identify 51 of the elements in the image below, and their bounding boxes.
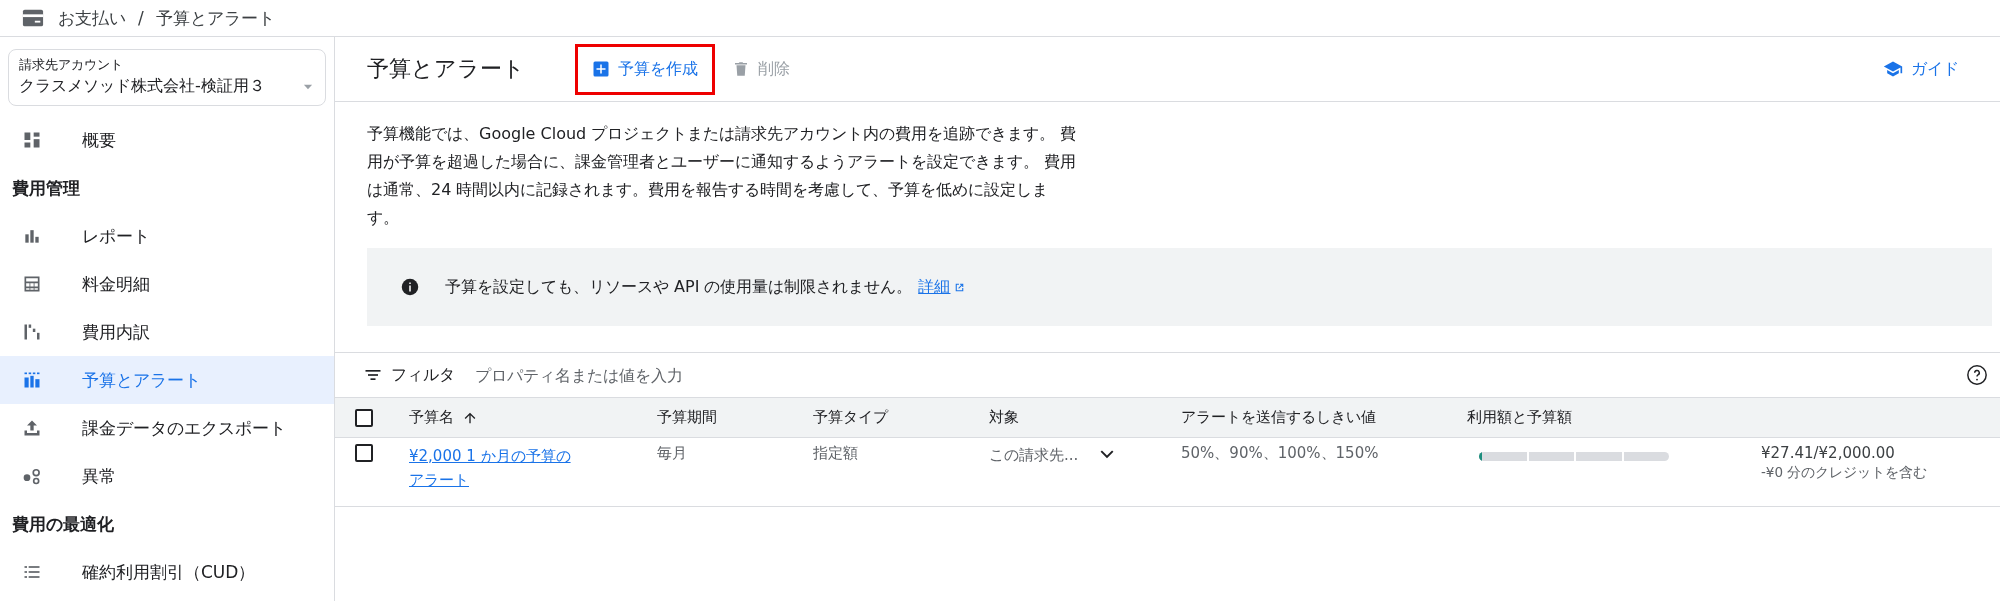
details-link[interactable]: 詳細 xyxy=(918,276,967,298)
dots-icon xyxy=(22,466,42,486)
info-icon xyxy=(401,278,419,296)
trash-icon xyxy=(732,59,750,79)
info-text: 予算を設定しても、リソースや API の使用量は制限されません。 詳細 xyxy=(445,276,967,298)
account-value: クラスメソッド株式会社-検証用３ xyxy=(19,76,265,97)
guide-button[interactable]: ガイド xyxy=(1866,43,1976,95)
upload-icon xyxy=(22,418,42,438)
filter-field[interactable]: プロパティ名または値を入力 xyxy=(473,364,1958,386)
help-icon xyxy=(1966,364,1988,386)
breadcrumb-item: 予算とアラート xyxy=(155,6,275,30)
column-header: 予算タイプ xyxy=(813,408,888,426)
dashboard-icon xyxy=(22,130,42,150)
sidebar-item[interactable]: 料金明細 xyxy=(0,260,334,308)
sidebar-item[interactable]: レポート xyxy=(0,212,334,260)
description-text: 予算機能では、Google Cloud プロジェクトまたは請求先アカウント内の費用を追跡できます。 費用が予算を超過した場合に、課金管理者とユーザーに通知するようアラートを設定できます。 費用は通常、24 時間以内に記録されます。費用を報告する時間を考慮して、予算を低めに設定します。 xyxy=(367,123,1077,229)
breadcrumb-separator: / xyxy=(138,8,144,28)
section-heading: 費用の最適化 xyxy=(11,512,115,536)
filter-label: フィルタ xyxy=(391,364,455,386)
column-header: 対象 xyxy=(989,408,1019,426)
column-header[interactable]: 予算名 xyxy=(409,408,454,427)
calculator-icon xyxy=(22,274,42,294)
section-heading: 費用管理 xyxy=(11,176,81,200)
account-label: 請求先アカウント xyxy=(19,56,124,74)
sidebar-item[interactable]: 費用内訳 xyxy=(0,308,334,356)
credit-card-icon xyxy=(20,7,46,29)
breakdown-chart-icon xyxy=(22,322,42,342)
plus-icon xyxy=(592,60,610,78)
column-header: 予算期間 xyxy=(657,408,717,426)
column-header: 利用額と予算額 xyxy=(1467,408,1572,426)
budget-name-link[interactable]: ¥2,000 1 か月の予算のアラート xyxy=(409,444,574,492)
column-header: アラートを送信するしきい値 xyxy=(1181,408,1376,426)
sidebar-item[interactable]: 概要 xyxy=(0,116,334,164)
page-title: 予算とアラート xyxy=(367,55,525,83)
table-cell: 50%、90%、100%、150% xyxy=(1181,444,1379,462)
graduation-cap-icon xyxy=(1883,59,1903,79)
table-cell: この請求先... xyxy=(989,445,1079,465)
create-budget-button[interactable]: 予算を作成 xyxy=(575,43,715,95)
sidebar-item[interactable]: 確約利用割引（CUD） xyxy=(0,548,334,596)
credit-note: -¥0 分のクレジットを含む xyxy=(1761,464,1929,482)
amount-text: ¥27.41/¥2,000.00 xyxy=(1761,444,1896,462)
breadcrumb-item: お支払い xyxy=(58,6,126,30)
sidebar-item[interactable]: 予算とアラート xyxy=(0,356,334,404)
table-cell: 指定額 xyxy=(813,444,858,462)
sidebar-item[interactable]: 課金データのエクスポート xyxy=(0,404,334,452)
row-checkbox[interactable] xyxy=(355,444,373,462)
select-all-checkbox[interactable] xyxy=(355,408,373,427)
account-select[interactable]: 請求先アカウント クラスメソッド株式会社-検証用３ xyxy=(8,49,326,106)
budget-chart-icon xyxy=(22,370,42,390)
sidebar-item[interactable]: 異常 xyxy=(0,452,334,500)
table-cell: 毎月 xyxy=(657,444,687,462)
